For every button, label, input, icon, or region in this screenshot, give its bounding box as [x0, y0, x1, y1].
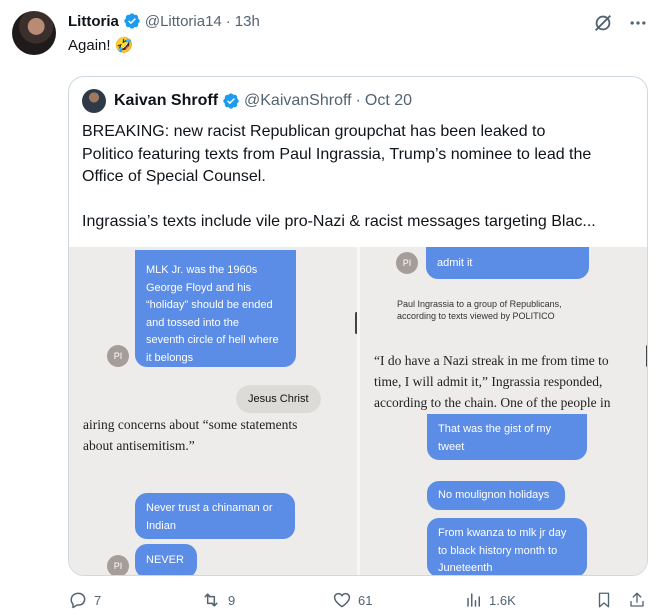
author-handle[interactable]: @Littoria14 — [145, 13, 222, 30]
quote-line: BREAKING: new racist Republican groupcha… — [82, 123, 546, 140]
author-name[interactable]: Littoria — [68, 13, 119, 30]
quote-author-name: Kaivan Shroff — [114, 92, 219, 109]
caption-line: according to texts viewed by POLITICO — [397, 311, 555, 321]
separator-dot: · — [355, 92, 361, 109]
sender-avatar: PI — [107, 345, 129, 367]
bubble-line: to black history month to — [438, 544, 558, 557]
article-line: according to the chain. One of the peopl… — [374, 395, 611, 410]
article-line: about antisemitism.” — [83, 438, 195, 453]
sender-avatar: PI — [107, 555, 129, 575]
views-button[interactable]: 1.6K — [465, 590, 516, 610]
message-bubble: MLK Jr. was the 1960s George Floyd and h… — [135, 250, 296, 367]
repost-button[interactable]: 9 — [200, 590, 235, 610]
message-bubble: Never trust a chinaman or Indian — [135, 493, 295, 539]
bubble-line: George Floyd and his — [146, 281, 252, 294]
tweet-text: Again! 🤣 — [68, 37, 134, 54]
share-button[interactable] — [628, 590, 646, 610]
media-image-4[interactable]: That was the gist of my tweet No moulign… — [360, 414, 647, 575]
grok-icon[interactable] — [592, 12, 614, 34]
bubble-line: Juneteenth — [438, 562, 493, 574]
bubble-line: “holiday” should be ended — [146, 299, 273, 311]
bookmark-button[interactable] — [595, 590, 613, 610]
bubble-line: That was the gist of my — [438, 423, 552, 435]
message-bubble: No moulignon holidays — [427, 481, 565, 510]
image-caption: Paul Ingrassia to a group of Republicans… — [397, 298, 562, 322]
quote-line: Ingrassia’s texts include vile pro-Nazi … — [82, 212, 596, 230]
message-bubble: From kwanza to mlk jr day to black histo… — [427, 518, 587, 575]
quote-line: Politico featuring texts from Paul Ingra… — [82, 145, 592, 163]
quote-date: Oct 20 — [364, 92, 413, 109]
bookmark-icon — [595, 590, 613, 610]
message-bubble: admit it — [426, 247, 589, 279]
article-text: “I do have a Nazi streak in me from time… — [374, 350, 611, 413]
media-grid[interactable]: MLK Jr. was the 1960s George Floyd and h… — [69, 247, 647, 575]
media-image-3[interactable]: airing concerns about “some statements a… — [69, 414, 357, 575]
article-line: time, I will admit it,” Ingrassia respon… — [374, 374, 603, 389]
bubble-line: and tossed into the — [146, 316, 239, 329]
quote-line: Office of Special Counsel. — [82, 168, 266, 185]
scroll-indicator — [646, 345, 647, 367]
quote-author-handle: @KaivanShroff — [244, 92, 352, 109]
more-options-icon[interactable] — [628, 13, 648, 33]
heart-icon — [332, 590, 352, 610]
reply-count: 7 — [94, 592, 102, 608]
bubble-line: MLK Jr. was the 1960s — [146, 264, 258, 276]
author-avatar[interactable] — [12, 11, 56, 55]
bubble-line: Never trust a chinaman or — [146, 502, 273, 514]
bubble-line: it belongs — [146, 351, 194, 364]
tweet-header: Littoria @Littoria14 · 13h — [68, 12, 260, 30]
verified-badge-icon — [222, 92, 240, 110]
quote-text: BREAKING: new racist Republican groupcha… — [82, 121, 642, 233]
verified-badge-icon — [123, 12, 141, 30]
bubble-line: Indian — [146, 519, 176, 532]
views-icon — [465, 590, 483, 610]
reply-bubble: Jesus Christ — [236, 385, 321, 413]
quoted-tweet[interactable]: Kaivan Shroff @KaivanShroff · Oct 20 BRE… — [68, 76, 648, 576]
message-bubble: That was the gist of my tweet — [427, 414, 587, 460]
media-image-2[interactable]: admit it PI Paul Ingrassia to a group of… — [360, 247, 647, 413]
grid-divider — [357, 247, 360, 575]
share-icon — [628, 590, 646, 610]
article-text: airing concerns about “some statements a… — [83, 414, 297, 456]
views-count: 1.6K — [489, 592, 516, 608]
tweet-top-actions — [592, 12, 648, 34]
repost-icon — [200, 590, 222, 610]
action-bar: 7 9 61 1.6K — [68, 590, 654, 612]
bubble-line: From kwanza to mlk jr day — [438, 527, 567, 539]
article-line: airing concerns about “some statements — [83, 417, 298, 432]
caption-line: Paul Ingrassia to a group of Republicans… — [397, 299, 562, 309]
quote-header: Kaivan Shroff @KaivanShroff · Oct 20 — [82, 89, 412, 113]
reply-button[interactable]: 7 — [68, 590, 101, 610]
separator-dot: · — [225, 12, 231, 30]
article-line: “I do have a Nazi streak in me from time… — [374, 353, 609, 368]
message-bubble: NEVER — [135, 544, 197, 575]
sender-avatar: PI — [396, 252, 418, 274]
quote-author-avatar — [82, 89, 106, 113]
bubble-line: tweet — [438, 440, 465, 453]
repost-count: 9 — [228, 592, 236, 608]
like-button[interactable]: 61 — [332, 590, 372, 610]
tweet-time[interactable]: 13h — [235, 13, 260, 30]
media-image-1[interactable]: MLK Jr. was the 1960s George Floyd and h… — [69, 247, 357, 413]
reply-icon — [68, 590, 88, 610]
like-count: 61 — [358, 592, 373, 608]
bubble-line: seventh circle of hell where — [146, 334, 279, 346]
